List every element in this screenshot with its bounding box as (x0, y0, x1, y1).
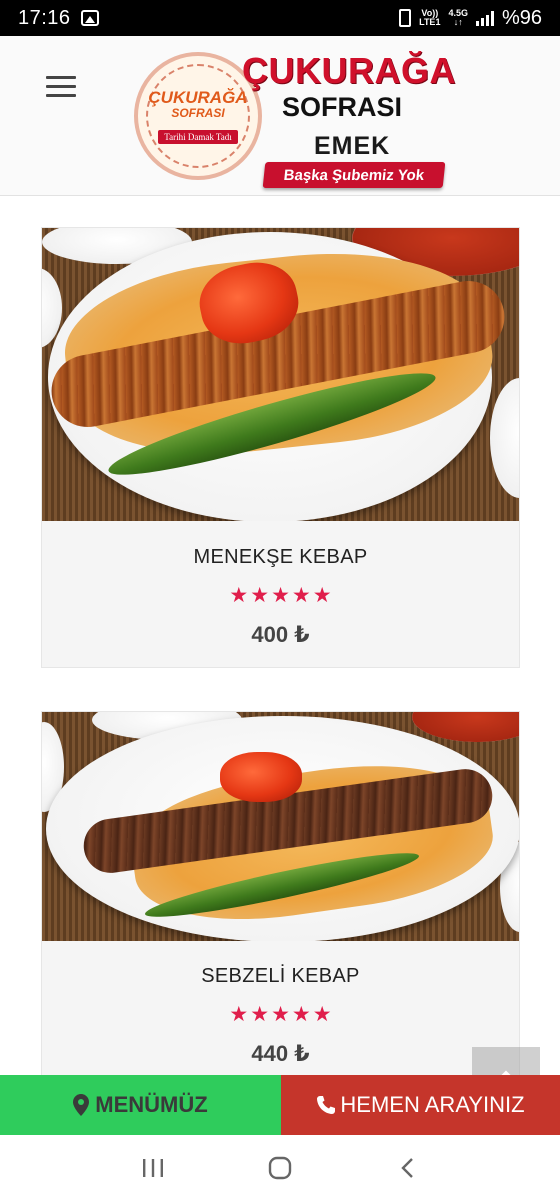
image-tomato (220, 752, 302, 802)
system-navigation-bar (0, 1135, 560, 1200)
logo-subtitle: SOFRASI (282, 92, 403, 122)
battery-saver-icon (399, 9, 412, 27)
call-button[interactable]: HEMEN ARAYINIZ (281, 1075, 560, 1135)
data-arrows-icon: ↓↑ (453, 17, 463, 27)
logo-badge-name: ÇUKURAĞA (148, 87, 248, 107)
home-icon[interactable] (260, 1148, 300, 1188)
logo-branch: EMEK (314, 132, 391, 160)
product-name: SEBZELİ KEBAP (201, 965, 360, 987)
logo-title: ÇUKURAĞA (242, 50, 456, 91)
star-icon: ★ (271, 1003, 290, 1026)
product-name: MENEKŞE KEBAP (193, 546, 368, 568)
product-card[interactable]: SEBZELİ KEBAP ★ ★ ★ ★ ★ 440 ₺ (41, 711, 520, 1111)
menu-button[interactable]: MENÜMÜZ (0, 1075, 281, 1135)
star-icon: ★ (312, 584, 332, 607)
product-card[interactable]: MENEKŞE KEBAP ★ ★ ★ ★ ★ 400 ₺ (41, 227, 520, 668)
logo-ribbon: Başka Şubemiz Yok (262, 162, 446, 188)
star-icon: ★ (229, 1003, 249, 1026)
status-time: 17:16 (18, 6, 71, 29)
battery-level: %96 (501, 6, 542, 29)
call-button-label: HEMEN ARAYINIZ (340, 1092, 525, 1117)
star-icon: ★ (291, 1003, 311, 1026)
app-screen: 17:16 Vo)) LTE1 4.5G ↓↑ %96 ÇUKURAĞA SOF… (0, 0, 560, 1200)
product-image[interactable] (42, 712, 519, 941)
star-icon: ★ (312, 1003, 332, 1026)
phone-icon (317, 1096, 336, 1114)
star-icon: ★ (291, 584, 311, 607)
gallery-icon (80, 10, 99, 26)
hamburger-menu-icon[interactable] (46, 76, 76, 100)
logo-badge-ribbon: Tarihi Damak Tadı (158, 129, 238, 144)
product-info: MENEKŞE KEBAP ★ ★ ★ ★ ★ 400 ₺ (42, 521, 519, 648)
status-bar: 17:16 Vo)) LTE1 4.5G ↓↑ %96 (0, 0, 560, 36)
speed-indicator: 4.5G ↓↑ (448, 9, 468, 27)
product-info: SEBZELİ KEBAP ★ ★ ★ ★ ★ 440 ₺ (42, 941, 519, 1067)
network-indicator: Vo)) LTE1 (419, 9, 440, 27)
network-bottom: LTE1 (419, 17, 441, 27)
site-header: ÇUKURAĞA SOFRASI Tarihi Damak Tadı ÇUKUR… (0, 36, 560, 196)
menu-button-label: MENÜMÜZ (95, 1092, 208, 1117)
action-bar: MENÜMÜZ HEMEN ARAYINIZ (0, 1075, 560, 1135)
star-icon: ★ (271, 584, 290, 607)
star-icon: ★ (250, 584, 270, 607)
product-image[interactable] (42, 228, 519, 521)
product-price: 440 ₺ (251, 1041, 310, 1066)
rating-stars: ★ ★ ★ ★ ★ (42, 585, 519, 606)
logo-badge-ring: ÇUKURAĞA SOFRASI Tarihi Damak Tadı (146, 64, 250, 168)
brand-logo[interactable]: ÇUKURAĞA SOFRASI Tarihi Damak Tadı ÇUKUR… (130, 44, 456, 188)
product-price: 400 ₺ (251, 622, 310, 647)
star-icon: ★ (250, 1003, 270, 1026)
signal-icon (475, 10, 494, 26)
rating-stars: ★ ★ ★ ★ ★ (42, 1004, 519, 1025)
status-indicators: Vo)) LTE1 4.5G ↓↑ %96 (399, 7, 542, 30)
location-pin-icon (73, 1094, 90, 1116)
star-icon: ★ (229, 584, 249, 607)
logo-badge-sub: SOFRASI (171, 105, 225, 120)
recent-apps-icon[interactable] (133, 1148, 173, 1188)
back-icon[interactable] (387, 1148, 427, 1188)
